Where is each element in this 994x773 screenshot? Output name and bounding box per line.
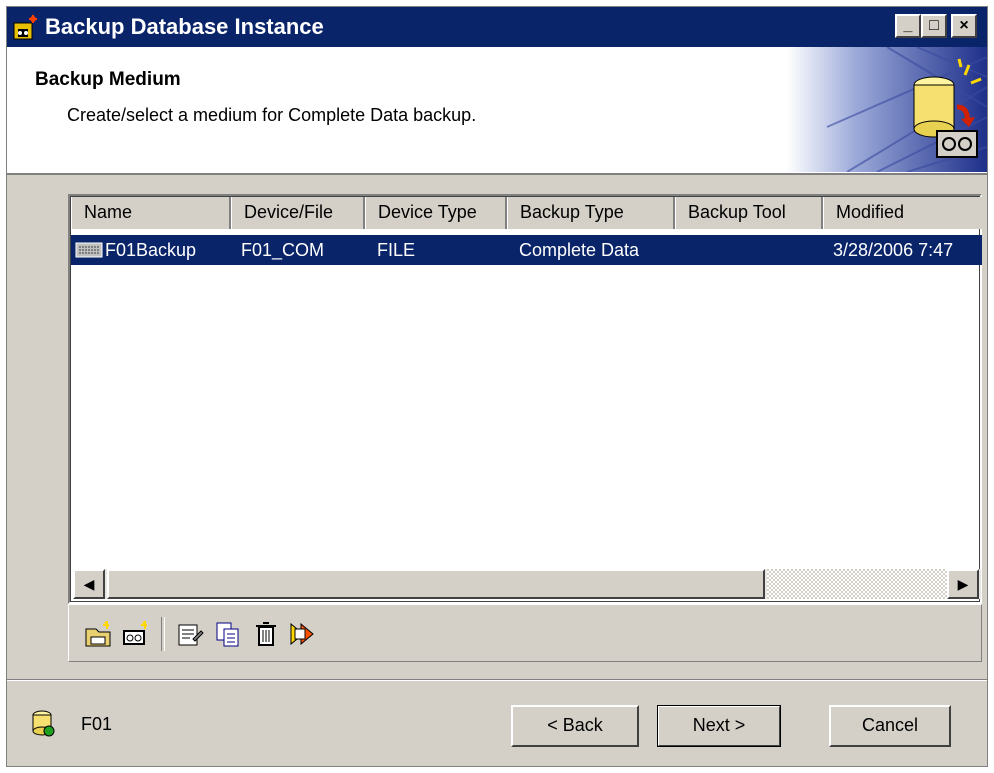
footer-divider [7,679,987,681]
instance-name: F01 [81,714,113,734]
medium-file-icon [75,242,103,258]
scroll-track[interactable] [767,569,947,599]
migrate-icon[interactable] [289,619,319,649]
new-tape-medium-icon[interactable] [121,619,151,649]
scroll-thumb[interactable] [107,569,765,599]
cell-device-file: F01_COM [241,240,325,260]
properties-icon[interactable] [175,619,205,649]
backup-database-icon [13,15,37,40]
backup-medium-list[interactable]: Name Device/File Device Type Backup Type… [68,194,982,604]
next-button[interactable]: Next > [657,705,781,747]
cell-backup-type: Complete Data [519,240,640,260]
horizontal-scrollbar[interactable]: ◀ ▶ [73,569,981,599]
cell-modified: 3/28/2006 7:47 [833,240,954,260]
column-device-file[interactable]: Device/File [231,197,365,229]
maximize-button[interactable]: □ [921,14,947,38]
backup-medium-banner-icon [787,47,987,172]
delete-icon[interactable] [251,619,281,649]
backup-wizard-window: Backup Database Instance _ □ × Backup Me… [6,6,988,767]
page-subtitle: Create/select a medium for Complete Data… [67,105,477,125]
column-modified[interactable]: Modified [823,197,982,229]
copy-icon[interactable] [213,619,243,649]
column-backup-type[interactable]: Backup Type [507,197,675,229]
cell-device-type: FILE [377,240,416,260]
column-backup-tool[interactable]: Backup Tool [675,197,823,229]
back-button[interactable]: < Back [511,705,639,747]
page-title: Backup Medium [35,69,181,90]
cell-name: F01Backup [105,240,197,260]
wizard-header: Backup Medium Create/select a medium for… [7,47,987,175]
new-file-medium-icon[interactable] [83,619,113,649]
minimize-button[interactable]: _ [895,14,921,38]
medium-toolbar [68,604,982,662]
table-row[interactable]: F01Backup F01_COM FILE Complete Data 3/2… [71,235,982,265]
scroll-right-button[interactable]: ▶ [947,569,979,599]
column-header-row: Name Device/File Device Type Backup Type… [71,197,982,229]
cancel-button[interactable]: Cancel [829,705,951,747]
database-instance-icon [32,710,55,737]
close-button[interactable]: × [951,14,977,38]
toolbar-separator [161,617,165,651]
column-name[interactable]: Name [71,197,231,229]
scroll-left-button[interactable]: ◀ [73,569,105,599]
window-title: Backup Database Instance [45,14,324,39]
column-device-type[interactable]: Device Type [365,197,507,229]
title-bar[interactable]: Backup Database Instance _ □ × [7,7,987,47]
